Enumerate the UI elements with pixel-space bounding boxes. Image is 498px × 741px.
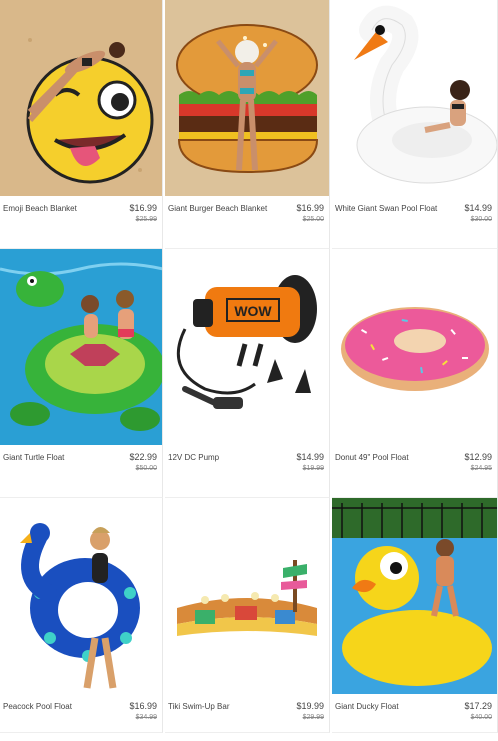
- product-price: $17.29: [464, 701, 492, 711]
- product-price: $19.99: [296, 701, 324, 711]
- product-old-price: $30.00: [470, 216, 492, 223]
- product-price: $16.99: [129, 203, 157, 213]
- product-image-ducky-float[interactable]: [332, 498, 497, 694]
- product-price: $16.99: [296, 203, 324, 213]
- product-old-price: $24.95: [470, 465, 492, 472]
- product-card[interactable]: Tiki Swim-Up Bar $19.99 $29.99: [165, 498, 330, 733]
- product-card[interactable]: White Giant Swan Pool Float $14.99 $30.0…: [332, 0, 498, 249]
- product-image-peacock-float[interactable]: [0, 498, 162, 694]
- product-price: $14.99: [296, 452, 324, 462]
- product-old-price: $19.99: [302, 465, 324, 472]
- product-image-dc-pump[interactable]: WOW: [165, 249, 329, 445]
- product-card[interactable]: Emoji Beach Blanket $16.99 $25.99: [0, 0, 163, 249]
- product-name[interactable]: Donut 49" Pool Float: [335, 452, 443, 463]
- pump-brand-label: WOW: [234, 303, 272, 319]
- product-info: Tiki Swim-Up Bar $19.99 $29.99: [165, 701, 329, 741]
- product-info: Emoji Beach Blanket $16.99 $25.99: [0, 203, 162, 243]
- product-old-price: $34.99: [135, 714, 157, 721]
- product-price: $12.99: [464, 452, 492, 462]
- product-card[interactable]: Donut 49" Pool Float $12.99 $24.95: [332, 249, 498, 498]
- product-info: Donut 49" Pool Float $12.99 $24.95: [332, 452, 497, 492]
- product-card[interactable]: WOW 12V DC Pump $14.99 $19.99: [165, 249, 330, 498]
- product-old-price: $25.00: [302, 216, 324, 223]
- product-old-price: $25.99: [135, 216, 157, 223]
- product-name[interactable]: Tiki Swim-Up Bar: [168, 701, 276, 712]
- product-name[interactable]: Giant Burger Beach Blanket: [168, 203, 276, 214]
- product-card[interactable]: Giant Ducky Float $17.29 $40.00: [332, 498, 498, 733]
- product-grid: Emoji Beach Blanket $16.99 $25.99 Giant …: [0, 0, 498, 733]
- product-old-price: $40.00: [470, 714, 492, 721]
- product-old-price: $50.00: [135, 465, 157, 472]
- product-image-tiki-bar[interactable]: [165, 498, 329, 694]
- product-price: $22.99: [129, 452, 157, 462]
- product-card[interactable]: Giant Burger Beach Blanket $16.99 $25.00: [165, 0, 330, 249]
- product-name[interactable]: 12V DC Pump: [168, 452, 276, 463]
- product-card[interactable]: Giant Turtle Float $22.99 $50.00: [0, 249, 163, 498]
- product-image-burger-blanket[interactable]: [165, 0, 329, 196]
- product-info: Giant Turtle Float $22.99 $50.00: [0, 452, 162, 492]
- product-card[interactable]: Peacock Pool Float $16.99 $34.99: [0, 498, 163, 733]
- product-name[interactable]: Giant Ducky Float: [335, 701, 443, 712]
- product-info: 12V DC Pump $14.99 $19.99: [165, 452, 329, 492]
- product-name[interactable]: Giant Turtle Float: [3, 452, 111, 463]
- product-name[interactable]: White Giant Swan Pool Float: [335, 203, 443, 214]
- product-name[interactable]: Peacock Pool Float: [3, 701, 111, 712]
- product-info: Giant Burger Beach Blanket $16.99 $25.00: [165, 203, 329, 243]
- product-info: Giant Ducky Float $17.29 $40.00: [332, 701, 497, 741]
- product-price: $16.99: [129, 701, 157, 711]
- product-image-emoji-blanket[interactable]: [0, 0, 162, 196]
- product-image-turtle-float[interactable]: [0, 249, 162, 445]
- product-info: White Giant Swan Pool Float $14.99 $30.0…: [332, 203, 497, 243]
- product-old-price: $29.99: [302, 714, 324, 721]
- product-info: Peacock Pool Float $16.99 $34.99: [0, 701, 162, 741]
- product-image-swan-float[interactable]: [332, 0, 497, 196]
- product-image-donut-float[interactable]: [332, 249, 497, 445]
- product-name[interactable]: Emoji Beach Blanket: [3, 203, 111, 214]
- product-price: $14.99: [464, 203, 492, 213]
